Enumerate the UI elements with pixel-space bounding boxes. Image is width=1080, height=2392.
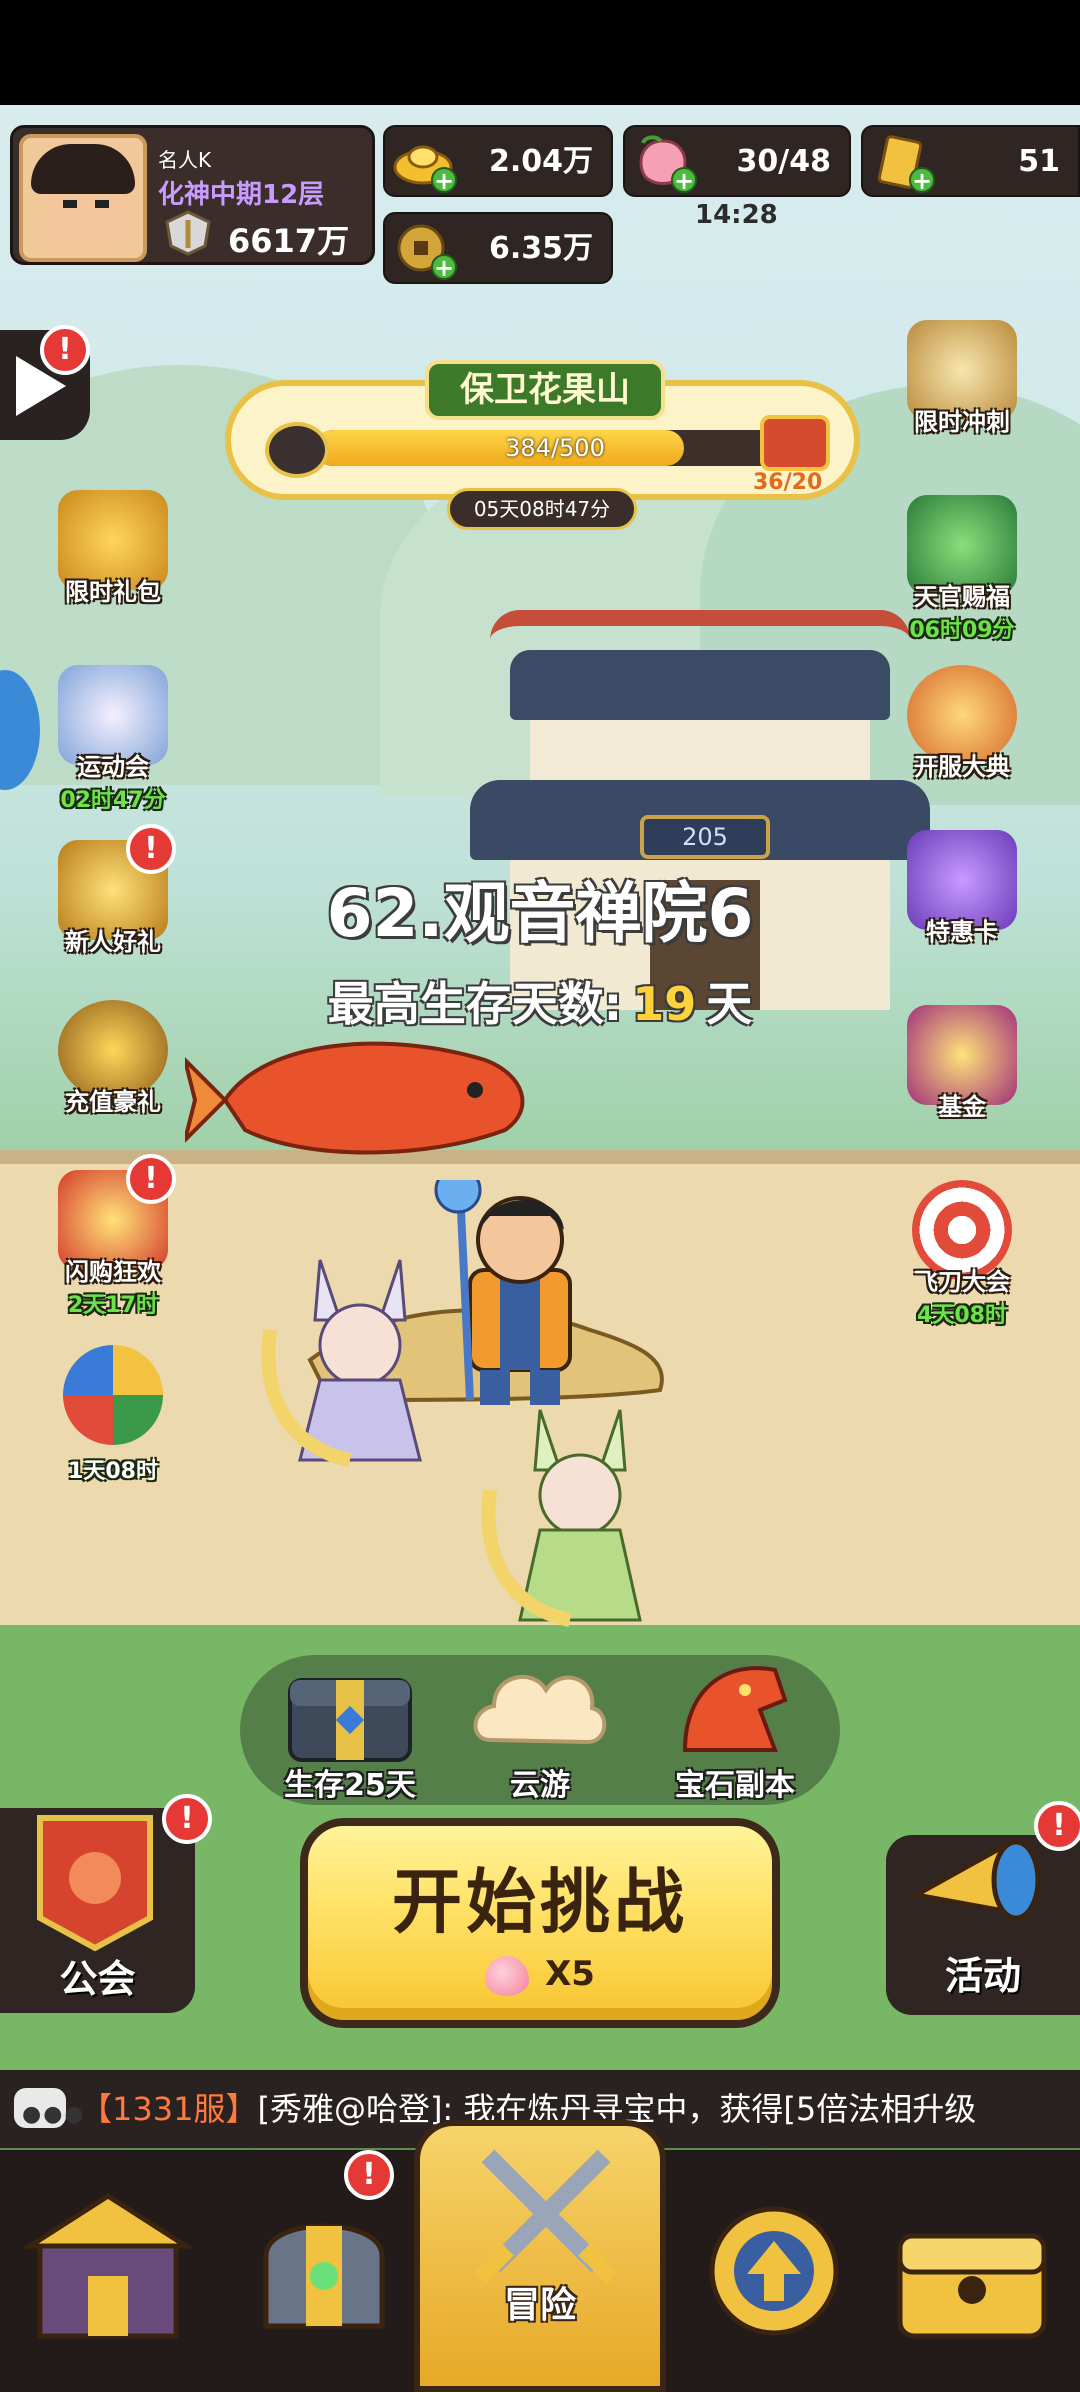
rabbit-girl-character-green[interactable] (480, 1400, 680, 1640)
helmet-icon (263, 2223, 385, 2329)
lucky-wheel[interactable]: 1天08时 (38, 1345, 188, 1485)
notification-badge: ! (1034, 1801, 1080, 1851)
add-gold-icon[interactable]: + (431, 167, 457, 193)
activity-button[interactable]: 活动 ! (886, 1801, 1080, 2015)
event-banner[interactable]: 保卫花果山 384/500 36/20 05天08时47分 (225, 360, 860, 530)
coin-resource[interactable]: + 6.35万 (383, 212, 613, 284)
tab-adventure[interactable]: 冒险 (414, 2120, 666, 2392)
ticket-resource[interactable]: + 51 (861, 125, 1080, 197)
tab-upgrade[interactable] (666, 2150, 882, 2392)
combat-power-icon (165, 210, 211, 256)
chest-icon (897, 2233, 1047, 2339)
best-survival-value: 19 (632, 977, 697, 1031)
ticket-value: 51 (1018, 144, 1060, 179)
event-countdown: 05天08时47分 (447, 488, 637, 530)
notification-badge: ! (126, 1154, 176, 1204)
server-celebration[interactable]: 开服大典 (887, 665, 1037, 782)
limited-gift-pack[interactable]: 限时礼包 (38, 490, 188, 607)
heavenly-blessing[interactable]: 天官赐福 06时09分 (887, 495, 1037, 644)
add-coin-icon[interactable]: + (431, 254, 457, 280)
avatar[interactable] (19, 134, 147, 262)
reward-chest-icon[interactable] (760, 415, 830, 471)
gem-dungeon-button[interactable]: 宝石副本 (650, 1650, 820, 1804)
upgrade-arrow-icon (709, 2206, 839, 2336)
guild-banner-icon (37, 1815, 153, 1952)
add-stamina-icon[interactable]: + (671, 167, 697, 193)
gold-ingot-value: 2.04万 (488, 144, 593, 179)
player-panel[interactable]: 名人K 化神中期12层 6617万 (10, 125, 375, 265)
cloud-icon (473, 1674, 607, 1745)
best-survival-unit: 天 (706, 977, 753, 1031)
add-ticket-icon[interactable]: + (909, 167, 935, 193)
start-challenge-button[interactable]: 开始挑战 X5 (300, 1818, 780, 2028)
sports-meet[interactable]: 运动会 02时47分 (38, 665, 188, 814)
wheel-icon (63, 1345, 163, 1445)
flying-knife-contest[interactable]: 飞刀大会 4天08时 (887, 1180, 1037, 1329)
coin-value: 6.35万 (488, 231, 593, 266)
rabbit-girl-character-purple[interactable] (260, 1250, 460, 1480)
shop-icon (21, 2193, 195, 2339)
chat-dots: ●●● (22, 2102, 86, 2127)
event-title: 保卫花果山 (425, 360, 665, 420)
tab-adventure-label: 冒险 (503, 2285, 576, 2326)
peach-stamina-resource[interactable]: + 30/48 (623, 125, 851, 197)
start-challenge-label: 开始挑战 (392, 1861, 688, 1943)
player-power: 6617万 (228, 222, 350, 260)
event-progress-text: 384/500 (505, 434, 605, 462)
travel-mode-button[interactable]: 云游 (455, 1650, 625, 1804)
player-rank: 化神中期12层 (158, 180, 325, 210)
temple-plaque: 205 (640, 815, 770, 859)
side-drawer-toggle[interactable]: ! (0, 325, 90, 440)
survival-mode-button[interactable]: 生存25天 (265, 1650, 435, 1804)
stamina-timer: 14:28 (695, 200, 778, 230)
stage-title: 62.观音禅院6 (326, 875, 754, 952)
bottom-nav: ! 冒险 (0, 2120, 1080, 2392)
chest-count: 36/20 (753, 470, 823, 495)
treasure-chest-icon (288, 1678, 412, 1762)
event-progress-bar: 384/500 (315, 430, 795, 466)
notification-badge: ! (344, 2150, 394, 2200)
challenge-cost: X5 (308, 1954, 772, 1996)
tab-shop[interactable] (0, 2150, 216, 2392)
player-name: 名人K (158, 148, 212, 172)
gold-ingot-resource[interactable]: + 2.04万 (383, 125, 613, 197)
notification-badge: ! (162, 1794, 212, 1844)
guild-button[interactable]: 公会 ! (0, 1794, 212, 2013)
stamina-value: 30/48 (736, 144, 831, 179)
koi-fish-creature (185, 1041, 525, 1155)
tab-treasure[interactable] (864, 2150, 1080, 2392)
limited-sprint[interactable]: 限时冲刺 (887, 320, 1037, 437)
flag-icon (265, 422, 329, 478)
tab-equipment[interactable]: ! (216, 2150, 432, 2392)
dragon-icon (682, 1666, 788, 1752)
flash-sale[interactable]: 闪购狂欢 2天17时 ! (38, 1154, 188, 1319)
peach-icon (485, 1955, 530, 1996)
notification-badge: ! (40, 325, 90, 375)
